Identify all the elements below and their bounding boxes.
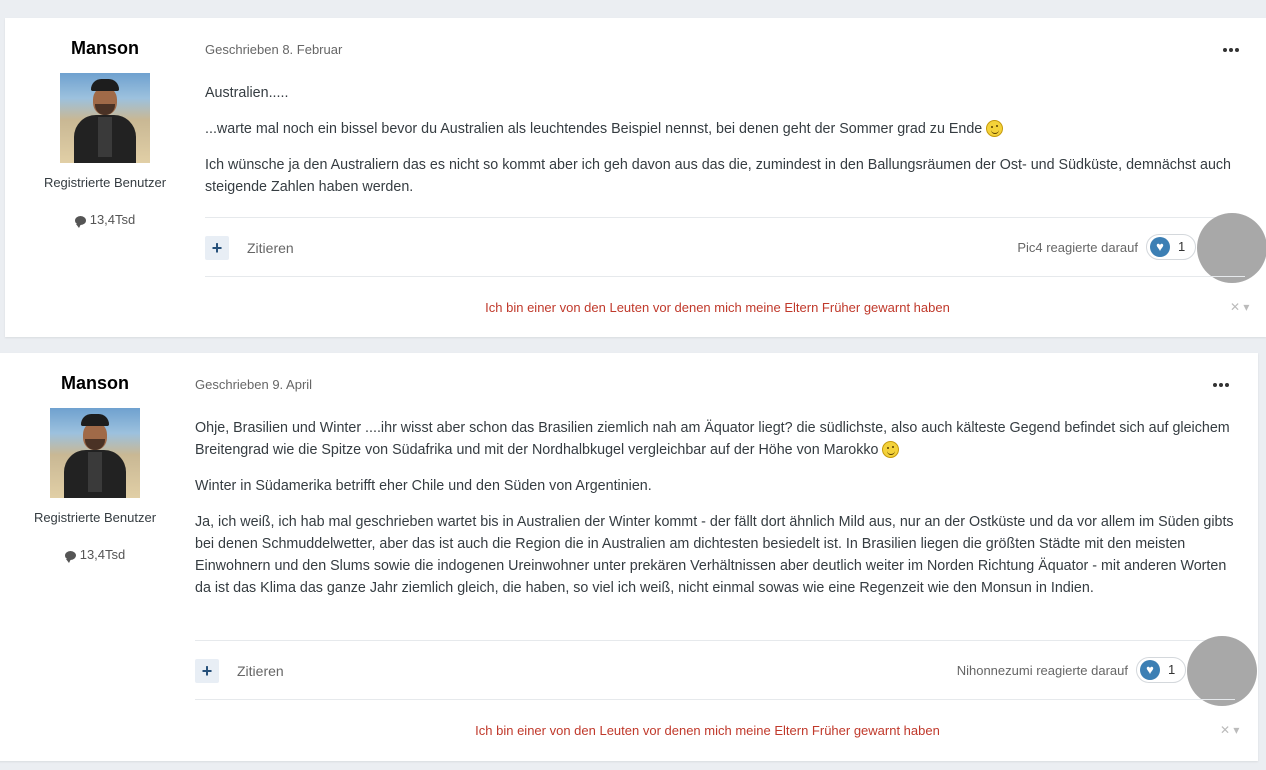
close-signature-icon[interactable]: ✕ ▾ xyxy=(1230,300,1249,314)
reaction-button[interactable]: 1 xyxy=(1136,657,1186,683)
post-content: Ohje, Brasilien und Winter ....ihr wisst… xyxy=(195,417,1235,613)
post-paragraph: Australien..... xyxy=(205,85,289,101)
author-post-count[interactable]: 13,4Tsd xyxy=(5,212,205,228)
post-paragraph: Winter in Südamerika betrifft eher Chile… xyxy=(195,478,652,494)
comment-icon xyxy=(64,551,76,563)
reaction-summary[interactable]: Nihonnezumi reagierte darauf xyxy=(878,663,1128,678)
quote-button[interactable]: Zitieren xyxy=(237,663,284,679)
post: Manson Registrierte Benutzer 13,4Tsd Ges… xyxy=(5,18,1266,337)
post-paragraph: Ich wünsche ja den Australiern das es ni… xyxy=(205,157,1231,195)
author-group: Registrierte Benutzer xyxy=(33,510,157,525)
post-paragraph: ...warte mal noch ein bissel bevor du Au… xyxy=(205,118,1245,140)
wink-smiley-icon xyxy=(882,441,900,458)
overlay-circle xyxy=(1197,213,1266,283)
wink-smiley-icon xyxy=(986,120,1004,137)
signature: Ich bin einer von den Leuten vor denen m… xyxy=(475,723,940,738)
divider xyxy=(195,699,1235,700)
post-date[interactable]: Geschrieben 9. April xyxy=(195,377,312,392)
avatar[interactable] xyxy=(60,73,150,163)
reaction-button[interactable]: 1 xyxy=(1146,234,1196,260)
divider xyxy=(205,276,1245,277)
post: Manson Registrierte Benutzer 13,4Tsd Ges… xyxy=(0,353,1258,761)
quote-add-button[interactable]: + xyxy=(195,659,219,683)
post-content: Australien..... ...warte mal noch ein bi… xyxy=(205,82,1245,212)
more-options-icon[interactable] xyxy=(1221,45,1241,55)
heart-icon xyxy=(1140,660,1160,680)
heart-icon xyxy=(1150,237,1170,257)
post-paragraph: Ja, ich weiß, ich hab mal geschrieben wa… xyxy=(195,514,1234,596)
post-count-value: 13,4Tsd xyxy=(79,547,126,562)
comment-icon xyxy=(74,216,86,228)
close-signature-icon[interactable]: ✕ ▾ xyxy=(1220,723,1239,737)
post-paragraph: Ohje, Brasilien und Winter ....ihr wisst… xyxy=(195,420,1230,458)
author-panel: Manson Registrierte Benutzer 13,4Tsd xyxy=(5,38,205,228)
author-post-count[interactable]: 13,4Tsd xyxy=(0,547,195,563)
author-group: Registrierte Benutzer xyxy=(43,175,167,190)
avatar[interactable] xyxy=(50,408,140,498)
post-date[interactable]: Geschrieben 8. Februar xyxy=(205,42,342,57)
author-panel: Manson Registrierte Benutzer 13,4Tsd xyxy=(0,373,195,563)
divider xyxy=(205,217,1245,218)
signature: Ich bin einer von den Leuten vor denen m… xyxy=(485,300,950,315)
quote-button[interactable]: Zitieren xyxy=(247,240,294,256)
author-name[interactable]: Manson xyxy=(5,38,205,60)
post-count-value: 13,4Tsd xyxy=(89,212,136,227)
reaction-summary[interactable]: Pic4 reagierte darauf xyxy=(938,240,1138,255)
reaction-count: 1 xyxy=(1168,662,1176,677)
author-name[interactable]: Manson xyxy=(0,373,195,395)
reaction-count: 1 xyxy=(1178,239,1186,254)
overlay-circle xyxy=(1187,636,1257,706)
quote-add-button[interactable]: + xyxy=(205,236,229,260)
more-options-icon[interactable] xyxy=(1211,380,1231,390)
divider xyxy=(195,640,1235,641)
